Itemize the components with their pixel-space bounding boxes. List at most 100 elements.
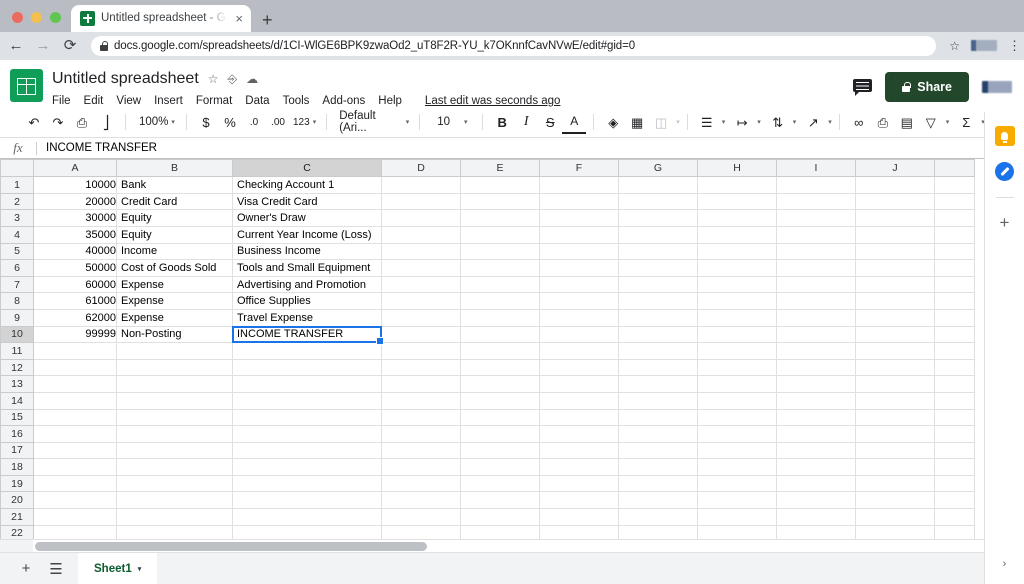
cell-k16[interactable] — [934, 425, 975, 443]
menu-item-help[interactable]: Help — [378, 95, 402, 107]
cell-i18[interactable] — [776, 458, 856, 476]
cell-j22[interactable] — [855, 524, 935, 540]
zoom-select[interactable]: 100% ▾ — [133, 110, 179, 134]
cell-j10[interactable] — [855, 325, 935, 344]
cell-g20[interactable] — [618, 491, 698, 510]
cell-f11[interactable] — [539, 342, 619, 360]
column-header-h[interactable]: H — [697, 159, 777, 178]
cell-i7[interactable] — [776, 275, 856, 294]
cell-b2[interactable]: Credit Card — [116, 192, 233, 211]
cell-d1[interactable] — [381, 176, 461, 194]
column-header-e[interactable]: E — [460, 159, 540, 178]
sheet-tab-sheet1[interactable]: Sheet1 ▾ — [78, 552, 158, 584]
column-header-a[interactable]: A — [33, 159, 117, 178]
cell-f2[interactable] — [539, 192, 619, 211]
cell-g14[interactable] — [618, 391, 698, 410]
cell-a6[interactable]: 50000 — [33, 259, 117, 277]
cell-a8[interactable]: 61000 — [33, 292, 117, 310]
cell-b10[interactable]: Non-Posting — [116, 325, 233, 344]
cell-c10[interactable]: INCOME TRANSFER — [232, 325, 384, 345]
cell-j16[interactable] — [855, 425, 935, 443]
cell-j11[interactable] — [855, 342, 935, 360]
cell-c22[interactable] — [232, 524, 382, 540]
cell-h14[interactable] — [697, 391, 777, 410]
url-input[interactable]: docs.google.com/spreadsheets/d/1CI-WlGE6… — [91, 35, 937, 56]
cell-a15[interactable] — [33, 408, 117, 427]
row-header-20[interactable]: 20 — [0, 491, 34, 510]
column-header-f[interactable]: F — [539, 159, 619, 178]
cell-f16[interactable] — [539, 425, 619, 443]
cell-g15[interactable] — [618, 408, 698, 427]
menu-item-view[interactable]: View — [116, 95, 141, 107]
cell-h7[interactable] — [697, 275, 777, 294]
menu-item-data[interactable]: Data — [245, 95, 269, 107]
row-header-16[interactable]: 16 — [0, 425, 34, 443]
cell-c2[interactable]: Visa Credit Card — [232, 192, 382, 211]
cell-h15[interactable] — [697, 408, 777, 427]
cell-a2[interactable]: 20000 — [33, 192, 117, 211]
cell-b13[interactable] — [116, 375, 233, 393]
cell-j5[interactable] — [855, 242, 935, 261]
cell-b5[interactable]: Income — [116, 242, 233, 261]
cell-b6[interactable]: Cost of Goods Sold — [116, 259, 233, 277]
cell-j4[interactable] — [855, 225, 935, 244]
cell-k5[interactable] — [934, 242, 975, 261]
cell-c7[interactable]: Advertising and Promotion — [232, 275, 382, 294]
cell-e10[interactable] — [460, 325, 540, 344]
cell-a18[interactable] — [33, 458, 117, 476]
row-header-18[interactable]: 18 — [0, 458, 34, 476]
cell-i20[interactable] — [776, 491, 856, 510]
cell-k19[interactable] — [934, 474, 975, 493]
cell-d18[interactable] — [381, 458, 461, 476]
cell-j1[interactable] — [855, 176, 935, 194]
all-sheets-button[interactable]: ☰ — [42, 556, 70, 582]
cell-b11[interactable] — [116, 342, 233, 360]
cell-e12[interactable] — [460, 358, 540, 377]
chevron-down-icon[interactable]: ▾ — [138, 565, 142, 573]
cell-i9[interactable] — [776, 308, 856, 327]
cell-b17[interactable] — [116, 441, 233, 460]
cell-g4[interactable] — [618, 225, 698, 244]
row-header-9[interactable]: 9 — [0, 308, 34, 327]
row-header-15[interactable]: 15 — [0, 408, 34, 427]
cell-d2[interactable] — [381, 192, 461, 211]
cell-i21[interactable] — [776, 508, 856, 526]
row-header-10[interactable]: 10 — [0, 325, 34, 344]
cell-k17[interactable] — [934, 441, 975, 460]
cell-a10[interactable]: 99999 — [33, 325, 117, 344]
close-tab-icon[interactable]: × — [233, 10, 245, 27]
cell-f4[interactable] — [539, 225, 619, 244]
cell-h8[interactable] — [697, 292, 777, 310]
maximize-window-button[interactable] — [50, 11, 61, 23]
cell-i13[interactable] — [776, 375, 856, 393]
cell-h22[interactable] — [697, 524, 777, 540]
font-size-select[interactable]: 10 ▾ — [427, 110, 475, 134]
menu-item-edit[interactable]: Edit — [84, 95, 104, 107]
row-header-4[interactable]: 4 — [0, 225, 34, 244]
cloud-saved-icon[interactable]: ☁ — [246, 73, 258, 85]
cell-e4[interactable] — [460, 225, 540, 244]
increase-decimal-button[interactable]: .00 — [266, 110, 290, 134]
cell-k8[interactable] — [934, 292, 975, 310]
cell-d9[interactable] — [381, 308, 461, 327]
cell-h13[interactable] — [697, 375, 777, 393]
add-sheet-button[interactable]: + — [12, 556, 40, 582]
menu-item-tools[interactable]: Tools — [283, 95, 310, 107]
insert-comment-button[interactable]: ⎙ — [871, 110, 895, 134]
row-header-6[interactable]: 6 — [0, 259, 34, 277]
cell-f19[interactable] — [539, 474, 619, 493]
star-icon[interactable]: ☆ — [208, 73, 219, 85]
cell-h2[interactable] — [697, 192, 777, 211]
cell-g9[interactable] — [618, 308, 698, 327]
cell-g6[interactable] — [618, 259, 698, 277]
cell-a14[interactable] — [33, 391, 117, 410]
cell-g17[interactable] — [618, 441, 698, 460]
cell-d22[interactable] — [381, 524, 461, 540]
column-header-k[interactable] — [934, 159, 975, 178]
cell-a17[interactable] — [33, 441, 117, 460]
print-button[interactable]: ⎙ — [70, 110, 94, 134]
text-wrap-button[interactable]: ⇅ — [766, 110, 790, 134]
cell-c4[interactable]: Current Year Income (Loss) — [232, 225, 382, 244]
cell-f21[interactable] — [539, 508, 619, 526]
decrease-decimal-button[interactable]: .0 — [242, 110, 266, 134]
